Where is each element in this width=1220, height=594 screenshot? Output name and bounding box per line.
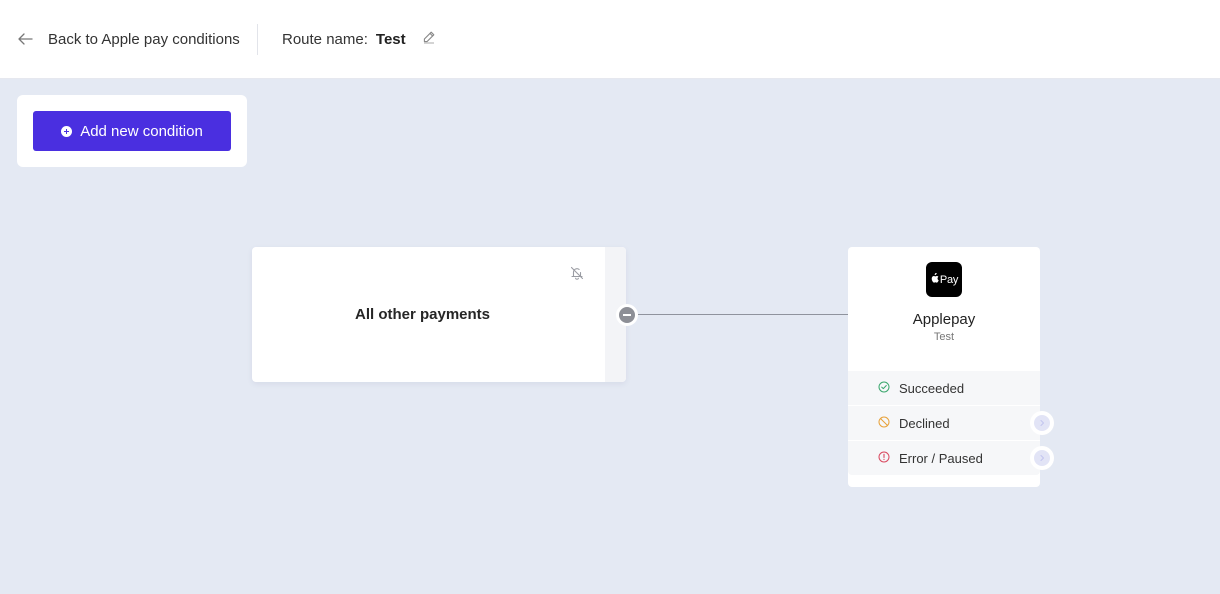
outcome-succeeded[interactable]: Succeeded <box>848 370 1040 405</box>
outcome-label: Error / Paused <box>899 450 983 466</box>
flow-canvas[interactable]: Add new condition All other payments Pay… <box>0 79 1220 594</box>
provider-node[interactable]: Pay Applepay Test Succeeded Declined Err… <box>848 247 1054 487</box>
header-divider <box>257 24 258 55</box>
add-new-condition-label: Add new condition <box>80 122 203 140</box>
apple-pay-logo-text: Pay <box>939 273 959 286</box>
condition-output-handle[interactable] <box>616 304 638 326</box>
ban-circle-icon <box>878 416 890 431</box>
pencil-icon <box>422 30 436 48</box>
route-name-label: Route name: <box>282 30 368 48</box>
condition-node-title: All other payments <box>354 306 491 323</box>
alert-circle-icon <box>878 451 890 466</box>
apple-pay-logo: Pay <box>926 262 962 297</box>
provider-name: Applepay <box>912 311 976 328</box>
chevron-right-icon <box>1034 450 1050 466</box>
page-header: Back to Apple pay conditions Route name:… <box>0 0 1220 79</box>
declined-output-handle[interactable] <box>1030 411 1054 435</box>
arrow-left-icon <box>16 32 34 46</box>
error-paused-output-handle[interactable] <box>1030 446 1054 470</box>
bell-off-icon <box>569 266 585 285</box>
route-name-value: Test <box>375 30 406 48</box>
outcome-label: Succeeded <box>899 380 965 396</box>
outcome-error-paused[interactable]: Error / Paused <box>848 440 1054 475</box>
add-new-condition-button[interactable]: Add new condition <box>33 111 231 151</box>
outcome-declined[interactable]: Declined <box>848 405 1054 440</box>
notifications-off-button[interactable] <box>569 265 585 286</box>
back-to-conditions-link[interactable]: Back to Apple pay conditions <box>16 28 240 50</box>
canvas-toolbar: Add new condition <box>17 95 247 167</box>
apple-icon <box>930 272 939 286</box>
check-circle-icon <box>878 381 890 396</box>
connection-line <box>638 314 848 315</box>
minus-circle-icon <box>619 307 635 323</box>
route-name: Route name: Test <box>282 28 436 50</box>
edit-route-name-button[interactable] <box>422 30 436 48</box>
chevron-right-icon <box>1034 415 1050 431</box>
back-link-label: Back to Apple pay conditions <box>48 30 240 48</box>
provider-subtitle: Test <box>933 331 955 343</box>
outcome-label: Declined <box>899 415 950 431</box>
condition-node[interactable]: All other payments <box>252 247 638 382</box>
provider-outcomes: Succeeded Declined Error / Paused <box>848 370 1054 475</box>
plus-circle-icon <box>61 125 73 137</box>
